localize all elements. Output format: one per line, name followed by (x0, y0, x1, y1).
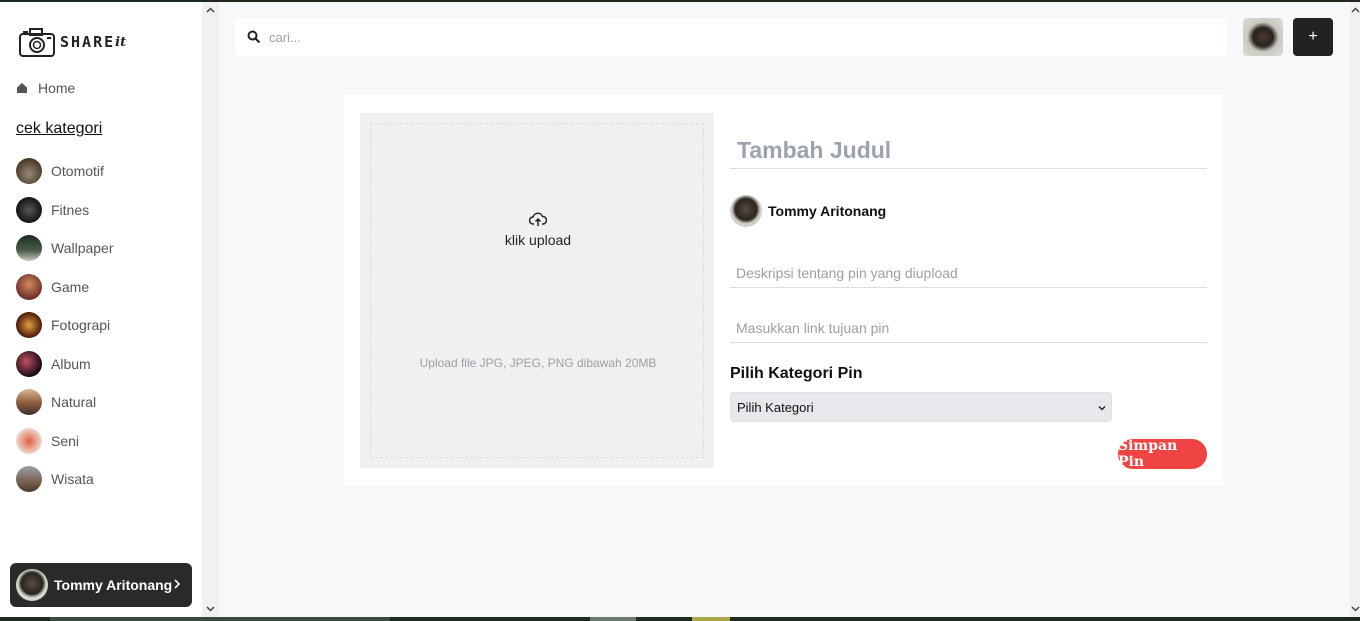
category-label: Fitnes (51, 201, 90, 218)
taskbar (0, 617, 1360, 621)
category-heading[interactable]: cek kategori (16, 120, 102, 138)
brand-suffix: it (115, 34, 127, 50)
link-input[interactable] (730, 313, 1207, 343)
save-pin-button[interactable]: Simpan Pin (1118, 438, 1207, 470)
search-input[interactable] (269, 29, 1169, 45)
category-thumbnail (16, 466, 42, 493)
camera-icon (19, 28, 55, 57)
category-list: Otomotif Fitnes Wallpaper Game Fotograpi… (16, 152, 114, 499)
scroll-up-icon[interactable] (206, 6, 215, 15)
upload-dropzone[interactable]: klik upload Upload file JPG, JPEG, PNG d… (370, 123, 704, 458)
cloud-upload-icon (529, 212, 547, 226)
scroll-down-icon[interactable] (206, 604, 215, 613)
add-pin-button[interactable]: + (1293, 18, 1333, 56)
category-select[interactable]: Pilih Kategori (730, 392, 1112, 422)
taskbar-segment (692, 617, 730, 621)
main-content: + klik upload Upload file JPG, JPEG, PNG… (219, 2, 1350, 617)
sidebar: SHARE it Home cek kategori Otomotif Fitn… (0, 2, 202, 617)
category-select-value: Pilih Kategori (737, 399, 814, 415)
category-thumbnail (16, 389, 42, 416)
taskbar-segment (50, 617, 390, 621)
category-select-title: Pilih Kategori Pin (730, 365, 863, 382)
category-label: Fotograpi (51, 317, 111, 334)
category-item-seni[interactable]: Seni (16, 422, 114, 461)
category-label: Otomotif (51, 163, 104, 180)
user-profile-button[interactable]: Tommy Aritonang (10, 563, 192, 607)
description-input[interactable] (730, 258, 1207, 288)
home-icon (17, 83, 27, 93)
category-label: Album (51, 355, 91, 372)
category-thumbnail (16, 312, 42, 339)
scroll-down-icon[interactable] (1351, 604, 1360, 613)
category-label: Wisata (51, 471, 94, 488)
main-scrollbar[interactable] (1350, 2, 1360, 617)
author-info: Tommy Aritonang (730, 195, 886, 227)
category-thumbnail (16, 350, 42, 377)
upload-note: Upload file JPG, JPEG, PNG dibawah 20MB (419, 356, 657, 370)
header-avatar[interactable] (1243, 18, 1283, 56)
sidebar-scrollbar[interactable] (202, 2, 219, 617)
category-thumbnail (16, 273, 42, 300)
chevron-right-icon (174, 579, 181, 589)
category-label: Seni (51, 432, 80, 449)
category-label: Wallpaper (51, 240, 114, 257)
search-icon (247, 30, 261, 44)
category-thumbnail (16, 427, 42, 454)
user-avatar (16, 569, 48, 601)
category-label: Natural (51, 394, 97, 411)
nav-home-label: Home (38, 80, 76, 96)
title-input[interactable] (730, 133, 1207, 169)
category-item-wallpaper[interactable]: Wallpaper (16, 229, 114, 268)
nav-home[interactable]: Home (16, 80, 75, 96)
chevron-down-icon (1098, 406, 1106, 411)
category-item-album[interactable]: Album (16, 345, 114, 384)
category-thumbnail (16, 235, 42, 262)
scroll-up-icon[interactable] (1351, 6, 1360, 15)
app-logo[interactable]: SHARE it (18, 26, 126, 58)
category-item-wisata[interactable]: Wisata (16, 460, 114, 499)
category-item-natural[interactable]: Natural (16, 383, 114, 422)
author-avatar (730, 195, 762, 227)
author-name: Tommy Aritonang (768, 203, 887, 219)
category-item-fitnes[interactable]: Fitnes (16, 191, 114, 230)
upload-label: klik upload (504, 232, 572, 248)
user-name: Tommy Aritonang (54, 577, 173, 593)
category-item-otomotif[interactable]: Otomotif (16, 152, 114, 191)
search-bar[interactable] (235, 18, 1227, 56)
taskbar-segment (590, 617, 636, 621)
category-label: Game (51, 278, 90, 295)
create-pin-panel: klik upload Upload file JPG, JPEG, PNG d… (344, 95, 1223, 486)
upload-area[interactable]: klik upload Upload file JPG, JPEG, PNG d… (360, 113, 714, 468)
category-item-fotograpi[interactable]: Fotograpi (16, 306, 114, 345)
category-thumbnail (16, 196, 42, 223)
brand-name: SHARE (60, 33, 116, 51)
pin-form: Tommy Aritonang Pilih Kategori Pin Pilih… (730, 95, 1207, 486)
category-thumbnail (16, 158, 42, 185)
category-item-game[interactable]: Game (16, 268, 114, 307)
